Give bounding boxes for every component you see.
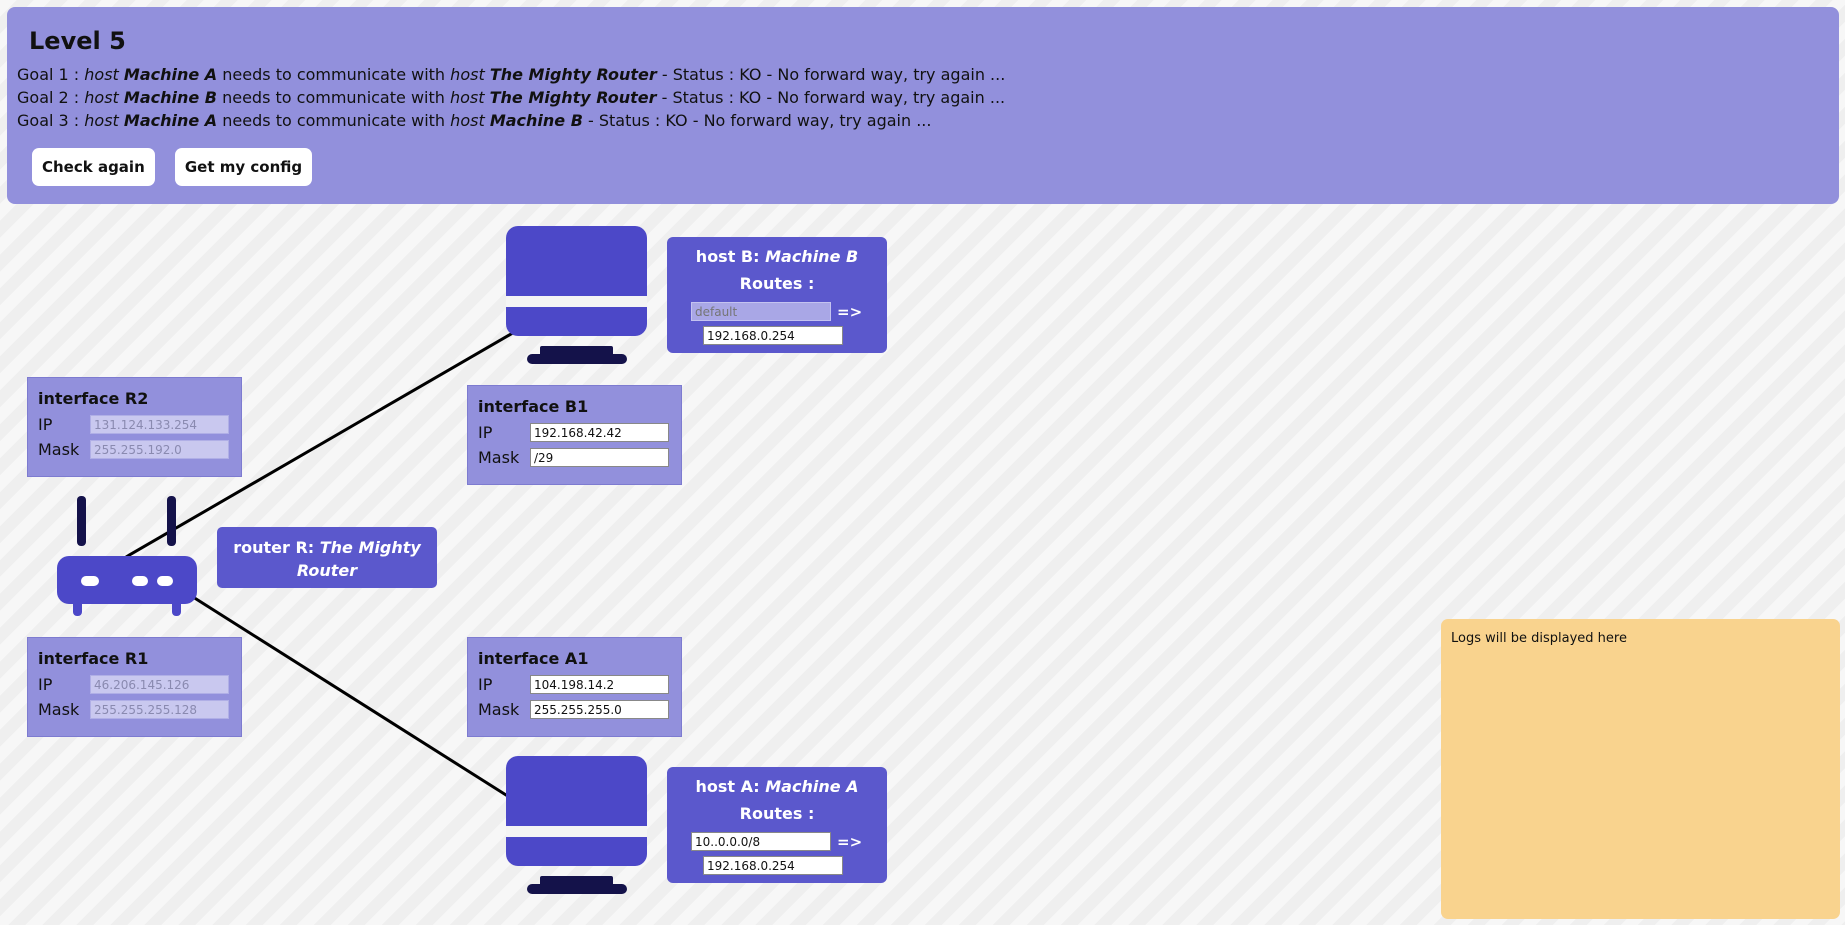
router-icon[interactable] — [56, 496, 198, 618]
host-b-route-destination-input[interactable] — [691, 302, 831, 321]
ip-label: IP — [478, 675, 493, 694]
logs-text: Logs will be displayed here — [1451, 631, 1627, 646]
host-a-panel: host A: Machine A Routes : => — [667, 767, 887, 883]
interface-r2-panel: interface R2 IP Mask — [27, 377, 242, 477]
interface-r2-ip-field — [90, 415, 229, 434]
interface-title: interface B1 — [478, 397, 589, 416]
interface-title: interface R1 — [38, 649, 149, 668]
host-b-computer-icon[interactable] — [506, 226, 648, 368]
routes-label: Routes : — [739, 274, 815, 293]
host-b-panel: host B: Machine B Routes : => — [667, 237, 887, 353]
interface-b1-panel: interface B1 IP Mask — [467, 385, 682, 485]
router-label-box: router R: The Mighty Router — [217, 527, 437, 588]
route-arrow: => — [837, 832, 863, 851]
interface-title: interface R2 — [38, 389, 149, 408]
route-row: => — [691, 302, 862, 321]
host-a-route-gateway-input[interactable] — [703, 856, 843, 875]
host-b-route-gateway-input[interactable] — [703, 326, 843, 345]
interface-title: interface A1 — [478, 649, 589, 668]
ip-label: IP — [38, 415, 53, 434]
logs-panel: Logs will be displayed here — [1441, 619, 1840, 919]
host-a-title: host A: Machine A — [695, 777, 859, 796]
interface-r1-panel: interface R1 IP Mask — [27, 637, 242, 737]
interface-b1-ip-input[interactable] — [530, 423, 669, 442]
interface-a1-panel: interface A1 IP Mask — [467, 637, 682, 737]
host-b-title: host B: Machine B — [695, 247, 859, 266]
interface-r1-ip-field — [90, 675, 229, 694]
interface-a1-mask-input[interactable] — [530, 700, 669, 719]
router-label: router R: — [233, 538, 320, 557]
routes-label: Routes : — [739, 804, 815, 823]
interface-b1-mask-input[interactable] — [530, 448, 669, 467]
mask-label: Mask — [478, 448, 520, 467]
interface-r1-mask-field — [90, 700, 229, 719]
mask-label: Mask — [38, 440, 80, 459]
host-a-computer-icon[interactable] — [506, 756, 648, 898]
ip-label: IP — [38, 675, 53, 694]
interface-r2-mask-field — [90, 440, 229, 459]
route-row: => — [691, 832, 862, 851]
route-arrow: => — [837, 302, 863, 321]
ip-label: IP — [478, 423, 493, 442]
host-a-route-destination-input[interactable] — [691, 832, 831, 851]
mask-label: Mask — [478, 700, 520, 719]
interface-a1-ip-input[interactable] — [530, 675, 669, 694]
mask-label: Mask — [38, 700, 80, 719]
